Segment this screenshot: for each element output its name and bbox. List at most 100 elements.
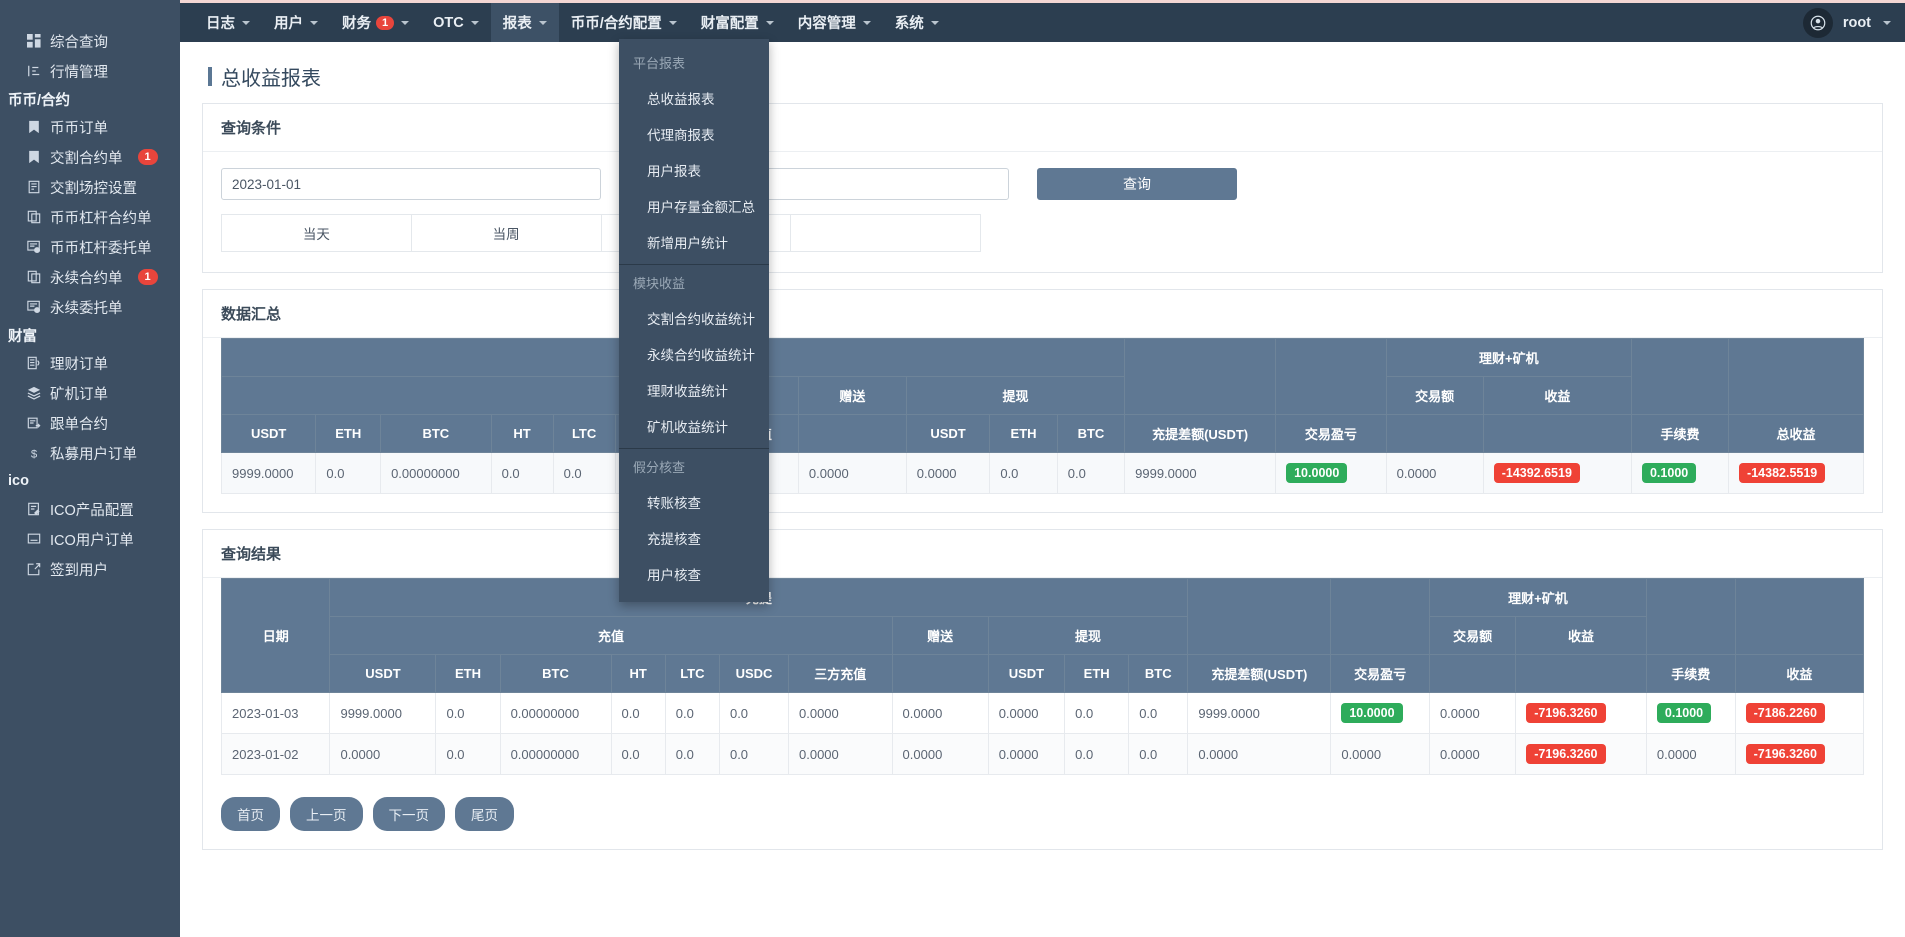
cell-income-pill: -7196.3260 <box>1526 703 1605 723</box>
result-header-row-2: 充值赠送提现交易额收益 <box>222 617 1864 655</box>
list-clock-icon <box>26 240 41 255</box>
nav-item-5[interactable]: 币币/合约配置 <box>559 3 689 42</box>
sidebar-item-label: 行情管理 <box>50 61 108 82</box>
sidebar-item-18[interactable]: 签到用户 <box>0 554 180 584</box>
sidebar-group-label: ico <box>8 473 29 489</box>
nav-item-7[interactable]: 内容管理 <box>786 3 883 42</box>
sidebar-item-5[interactable]: 交割场控设置 <box>0 172 180 202</box>
dropdown-item-2-2[interactable]: 用户核查 <box>619 556 769 592</box>
header-recharge-4: LTC <box>553 415 615 453</box>
nav-item-label: 系统 <box>895 12 924 33</box>
quick-range-button-1[interactable]: 当周 <box>412 215 602 251</box>
sidebar-item-8[interactable]: 永续合约单1 <box>0 262 180 292</box>
sidebar-item-13[interactable]: 跟单合约 <box>0 408 180 438</box>
header-withdraw-0: USDT <box>988 655 1064 693</box>
pager-button-2[interactable]: 下一页 <box>373 797 446 831</box>
quick-range-button-0[interactable]: 当天 <box>222 215 412 251</box>
sidebar-item-17[interactable]: ICO用户订单 <box>0 524 180 554</box>
sidebar-item-6[interactable]: 币币杠杆合约单 <box>0 202 180 232</box>
sidebar-item-12[interactable]: 矿机订单 <box>0 378 180 408</box>
cell-income: -7196.3260 <box>1516 734 1647 775</box>
nav-item-1[interactable]: 用户 <box>262 3 330 42</box>
header-tradepnl-spacer <box>1331 579 1430 655</box>
dropdown-item-1-1[interactable]: 永续合约收益统计 <box>619 336 769 372</box>
sidebar-item-3[interactable]: 币币订单 <box>0 112 180 142</box>
dropdown-item-1-3[interactable]: 矿机收益统计 <box>619 408 769 444</box>
sidebar-item-9[interactable]: 永续委托单 <box>0 292 180 322</box>
cell-recharge-6: 0.0000 <box>789 734 893 775</box>
cell-diff: 0.0000 <box>1188 734 1331 775</box>
header-income: 收益 <box>1483 377 1631 415</box>
cell-recharge-4: 0.0 <box>553 453 615 494</box>
page-title-text: 总收益报表 <box>221 62 321 91</box>
sidebar-item-4[interactable]: 交割合约单1 <box>0 142 180 172</box>
sidebar-item-1[interactable]: 行情管理 <box>0 56 180 86</box>
dropdown-item-0-1[interactable]: 代理商报表 <box>619 116 769 152</box>
nav-item-label: 币币/合约配置 <box>571 12 662 33</box>
result-table: 日期充提理财+矿机充值赠送提现交易额收益USDTETHBTCHTLTCUSDC三… <box>221 578 1864 775</box>
dropdown-item-0-3[interactable]: 用户存量金额汇总 <box>619 188 769 224</box>
dropdown-item-0-0[interactable]: 总收益报表 <box>619 80 769 116</box>
header-diff: 充提差额(USDT) <box>1125 415 1276 453</box>
chevron-down-icon <box>931 21 939 25</box>
summary-panel-title: 数据汇总 <box>203 290 1882 338</box>
pager-button-1[interactable]: 上一页 <box>290 797 363 831</box>
query-panel-title: 查询条件 <box>203 104 1882 152</box>
cell-trade-amount: 0.0000 <box>1386 453 1483 494</box>
cell-trade-pnl: 0.0000 <box>1331 734 1430 775</box>
header-group-finance-miner: 理财+矿机 <box>1386 339 1631 377</box>
summary-header-row-2: 赠送提现交易额收益 <box>222 377 1864 415</box>
nav-item-4[interactable]: 报表 <box>491 3 559 42</box>
sidebar-item-14[interactable]: $私募用户订单 <box>0 438 180 468</box>
cell-recharge-1: 0.0 <box>436 693 500 734</box>
title-accent-bar <box>208 67 212 86</box>
start-date-input[interactable] <box>221 168 601 200</box>
cell-income: -7196.3260 <box>1516 693 1647 734</box>
query-button[interactable]: 查询 <box>1037 168 1237 200</box>
dropdown-item-1-0[interactable]: 交割合约收益统计 <box>619 300 769 336</box>
edit-doc-icon <box>26 502 41 517</box>
header-diff: 充提差额(USDT) <box>1188 655 1331 693</box>
cell-withdraw-1: 0.0 <box>1065 734 1129 775</box>
dropdown-item-2-0[interactable]: 转账核查 <box>619 484 769 520</box>
sidebar-item-label: ICO用户订单 <box>50 529 134 550</box>
cell-trade-pnl-pill: 10.0000 <box>1286 463 1347 483</box>
header-recharge-2: BTC <box>500 655 611 693</box>
nav-item-8[interactable]: 系统 <box>883 3 951 42</box>
header-date: 日期 <box>222 579 330 693</box>
header-tradepnl-spacer <box>1276 339 1387 415</box>
dropdown-item-1-2[interactable]: 理财收益统计 <box>619 372 769 408</box>
cell-withdraw-1: 0.0 <box>1065 693 1129 734</box>
result-header-row-1: 日期充提理财+矿机 <box>222 579 1864 617</box>
user-avatar-icon[interactable] <box>1803 8 1833 38</box>
dropdown-item-2-1[interactable]: 充提核查 <box>619 520 769 556</box>
summary-header-row-3: USDTETHBTCHTLTCUSDC三方充值USDTETHBTC充提差额(US… <box>222 415 1864 453</box>
sidebar-item-16[interactable]: ICO产品配置 <box>0 494 180 524</box>
table-row: 2023-01-020.00000.00.000000000.00.00.00.… <box>222 734 1864 775</box>
cell-withdraw-0: 0.0000 <box>988 693 1064 734</box>
header-group-gift: 赠送 <box>892 617 988 655</box>
pager-button-3[interactable]: 尾页 <box>455 797 514 831</box>
pagination-controls: 首页上一页下一页尾页 <box>203 793 1882 849</box>
reports-dropdown-menu[interactable]: 平台报表总收益报表代理商报表用户报表用户存量金额汇总新增用户统计模块收益交割合约… <box>619 39 769 602</box>
dropdown-item-0-2[interactable]: 用户报表 <box>619 152 769 188</box>
nav-item-badge: 1 <box>376 16 394 30</box>
sidebar-item-7[interactable]: 币币杠杆委托单 <box>0 232 180 262</box>
result-panel-title: 查询结果 <box>203 530 1882 578</box>
topnav-user-area[interactable]: root <box>1803 3 1891 42</box>
nav-item-3[interactable]: OTC <box>421 3 491 42</box>
cell-total-income-pill: -7196.3260 <box>1746 744 1825 764</box>
nav-item-2[interactable]: 财务1 <box>330 3 421 42</box>
nav-item-label: 日志 <box>206 12 235 33</box>
nav-item-0[interactable]: 日志 <box>194 3 262 42</box>
cell-total-income-pill: -7186.2260 <box>1746 703 1825 723</box>
sidebar-item-11[interactable]: 理财订单 <box>0 348 180 378</box>
sidebar: 综合查询行情管理币币/合约币币订单交割合约单1交割场控设置币币杠杆合约单币币杠杆… <box>0 0 180 937</box>
cell-trade-pnl-pill: 10.0000 <box>1341 703 1402 723</box>
cell-recharge-0: 9999.0000 <box>330 693 436 734</box>
dropdown-item-0-4[interactable]: 新增用户统计 <box>619 224 769 260</box>
pager-button-0[interactable]: 首页 <box>221 797 280 831</box>
chevron-down-icon[interactable] <box>1883 21 1891 25</box>
sidebar-item-0[interactable]: 综合查询 <box>0 26 180 56</box>
nav-item-6[interactable]: 财富配置 <box>689 3 786 42</box>
